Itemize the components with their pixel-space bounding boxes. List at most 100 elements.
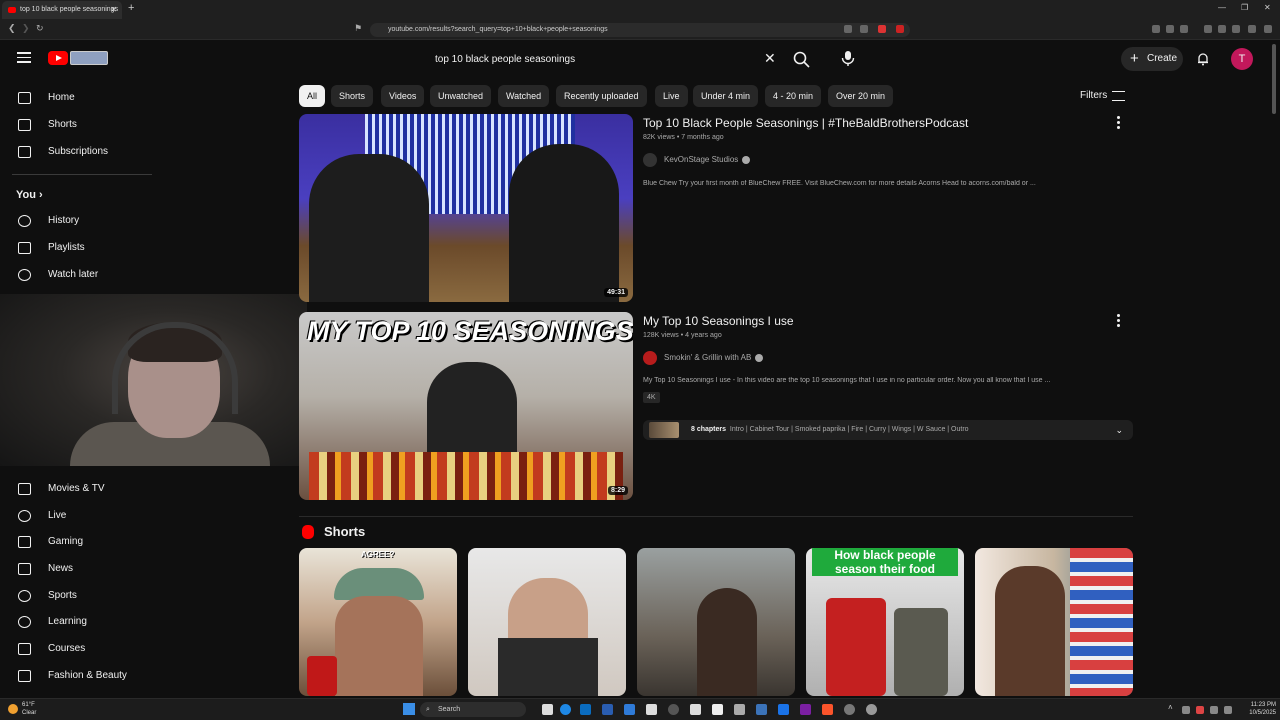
chip-under-4-min[interactable]: Under 4 min [693, 85, 759, 107]
brave-shield-icon[interactable] [878, 25, 886, 33]
channel-link[interactable]: Smokin' & Grillin with AB [643, 351, 764, 365]
extension-icon[interactable] [1180, 25, 1188, 33]
new-tab-icon[interactable]: + [128, 2, 134, 14]
sidebar-item-news[interactable]: News [12, 556, 152, 582]
tray-app-icon[interactable] [1182, 706, 1190, 714]
calendar-icon[interactable] [624, 704, 635, 715]
sidebar-item-watch-later[interactable]: Watch later [12, 262, 152, 288]
menu-icon[interactable] [1264, 25, 1272, 33]
settings-icon[interactable] [690, 704, 701, 715]
search-icon[interactable] [792, 50, 812, 70]
chip-over-20-min[interactable]: Over 20 min [828, 85, 894, 107]
app-icon[interactable] [800, 704, 811, 715]
chapters-row[interactable]: 8 chapters Intro | Cabinet Tour | Smoked… [643, 420, 1133, 440]
sidebar-item-subscriptions[interactable]: Subscriptions [12, 139, 152, 165]
app-icon[interactable] [756, 704, 767, 715]
sidebar-item-learning[interactable]: Learning [12, 609, 152, 635]
zoom-icon[interactable] [860, 25, 868, 33]
window-close-icon[interactable]: ✕ [1264, 3, 1271, 12]
short-card[interactable] [637, 548, 795, 696]
filters-button[interactable]: Filters [1080, 90, 1107, 101]
video-thumbnail[interactable]: MY TOP 10 SEASONINGS 8:29 [299, 312, 633, 500]
video-title[interactable]: My Top 10 Seasonings I use [643, 314, 794, 328]
shield-icon[interactable] [1248, 25, 1256, 33]
microphone-icon[interactable] [838, 48, 858, 68]
extension-icon[interactable] [1166, 25, 1174, 33]
short-card[interactable] [468, 548, 626, 696]
rewards-icon[interactable] [896, 25, 904, 33]
more-options-icon[interactable] [1117, 116, 1121, 131]
url-field[interactable]: youtube.com/results?search_query=top+10+… [370, 23, 910, 37]
page-scrollbar[interactable] [1272, 44, 1276, 114]
notifications-bell-icon[interactable] [1196, 52, 1210, 66]
obs-icon[interactable] [668, 704, 679, 715]
word-icon[interactable] [602, 704, 613, 715]
custom-logo-image[interactable] [70, 51, 108, 65]
taskbar-clock[interactable]: 11:23 PM 10/5/2025 [1240, 701, 1276, 717]
extension-icon[interactable] [1152, 25, 1160, 33]
network-icon[interactable] [1210, 706, 1218, 714]
extension-icon[interactable] [1232, 25, 1240, 33]
chip-unwatched[interactable]: Unwatched [430, 85, 492, 107]
task-view-icon[interactable] [542, 704, 553, 715]
windows-start-icon[interactable] [403, 703, 415, 715]
short-card[interactable] [975, 548, 1133, 696]
app-icon[interactable] [778, 704, 789, 715]
minimize-icon[interactable]: — [1218, 3, 1226, 12]
close-tab-icon[interactable]: ✕ [110, 1, 117, 19]
volume-icon[interactable] [1224, 706, 1232, 714]
sidebar-item-gaming[interactable]: Gaming [12, 529, 152, 555]
video-title[interactable]: Top 10 Black People Seasonings | #TheBal… [643, 116, 968, 130]
channel-link[interactable]: KevOnStage Studios [643, 153, 751, 167]
create-button[interactable]: + Create [1121, 47, 1183, 71]
short-card[interactable]: How black people season their food [806, 548, 964, 696]
video-thumbnail[interactable]: 49:31 [299, 114, 633, 302]
chip-videos[interactable]: Videos [381, 85, 425, 107]
search-input[interactable]: top 10 black people seasonings [425, 47, 789, 73]
weather-widget[interactable]: 61°F Clear [22, 701, 36, 717]
browser-tab[interactable]: top 10 black people seasonings ✕ [2, 1, 122, 19]
hamburger-menu-icon[interactable] [17, 52, 31, 66]
notepad-icon[interactable] [712, 704, 723, 715]
sidebar-item-playlists[interactable]: Playlists [12, 235, 152, 261]
chip-recently-uploaded[interactable]: Recently uploaded [556, 85, 647, 107]
brave-icon[interactable] [822, 704, 833, 715]
sidebar-icon[interactable] [1204, 25, 1212, 33]
chip-shorts[interactable]: Shorts [331, 85, 374, 107]
tray-app-icon[interactable] [1196, 706, 1204, 714]
sidebar-item-fashion-beauty[interactable]: Fashion & Beauty [12, 663, 152, 689]
sidebar-you-header[interactable]: You › [16, 189, 43, 201]
account-avatar[interactable]: T [1231, 48, 1253, 70]
extension-icon[interactable] [844, 25, 852, 33]
chip-watched[interactable]: Watched [498, 85, 550, 107]
short-card[interactable]: AGREE? [299, 548, 457, 696]
app-icon[interactable] [734, 704, 745, 715]
clear-search-icon[interactable]: ✕ [764, 50, 776, 67]
sidebar-item-shorts[interactable]: Shorts [12, 112, 152, 138]
chip-live[interactable]: Live [655, 85, 688, 107]
reload-icon[interactable]: ↻ [36, 23, 44, 34]
wallet-icon[interactable] [1218, 25, 1226, 33]
bookmark-icon[interactable]: ⚑ [354, 23, 362, 34]
more-options-icon[interactable] [1117, 314, 1121, 329]
sidebar-item-live[interactable]: Live [12, 503, 152, 529]
chevron-down-icon[interactable]: ⌄ [1115, 420, 1123, 440]
sidebar-item-courses[interactable]: Courses [12, 636, 152, 662]
sidebar-item-movies[interactable]: Movies & TV [12, 476, 152, 502]
settings-gear-icon[interactable] [866, 704, 877, 715]
maximize-icon[interactable]: ❐ [1241, 3, 1248, 12]
back-icon[interactable]: ❮ [8, 23, 16, 34]
taskbar-search[interactable]: ⌕ Search [420, 702, 526, 717]
app-icon[interactable] [646, 704, 657, 715]
app-icon[interactable] [844, 704, 855, 715]
sidebar-item-history[interactable]: History [12, 208, 152, 234]
tray-overflow-icon[interactable]: ˄ [1168, 703, 1173, 712]
sidebar-item-home[interactable]: Home [12, 85, 152, 111]
sidebar-item-sports[interactable]: Sports [12, 583, 152, 609]
forward-icon[interactable]: ❯ [22, 23, 30, 34]
filters-sliders-icon[interactable] [1112, 91, 1125, 101]
chip-4-20-min[interactable]: 4 - 20 min [765, 85, 822, 107]
edge-icon[interactable] [560, 704, 571, 715]
weather-icon[interactable] [8, 704, 18, 714]
youtube-logo-icon[interactable] [48, 51, 68, 65]
